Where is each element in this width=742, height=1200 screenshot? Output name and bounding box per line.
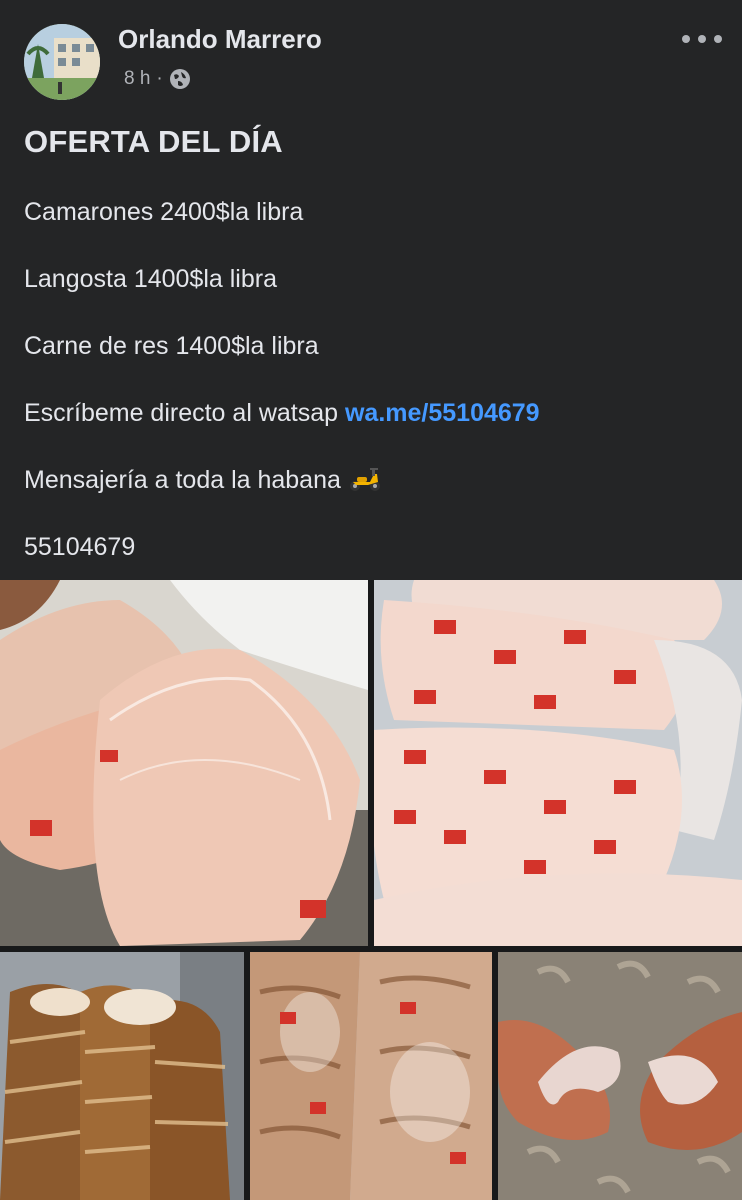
lobster-bags-photo[interactable] [250,952,492,1200]
dot [698,35,706,43]
post-meta: 8 h · [124,68,191,90]
offer-line-beef: Carne de res 1400$la libra [24,332,319,360]
shrimp-in-hands-photo[interactable] [498,952,742,1200]
shrimp-bags-photo[interactable] [0,580,368,946]
delivery-text: Mensajería a toda la habana [24,466,348,494]
contact-line: Escríbeme directo al watsap wa.me/551046… [24,399,540,428]
more-options-button[interactable] [682,28,722,50]
globe-icon[interactable] [169,68,191,90]
author-name[interactable]: Orlando Marrero [118,24,322,55]
avatar[interactable] [24,24,100,100]
delivery-line: Mensajería a toda la habana [24,466,382,495]
contact-text: Escríbeme directo al watsap [24,399,345,427]
dot [714,35,722,43]
lobster-tails-photo[interactable] [0,952,244,1200]
dot [682,35,690,43]
photo-grid [0,580,742,1200]
offer-line-shrimp: Camarones 2400$la libra [24,198,304,226]
whatsapp-link[interactable]: wa.me/55104679 [345,399,540,427]
offer-line-lobster: Langosta 1400$la libra [24,265,277,293]
post-header: Orlando Marrero 8 h · [0,0,742,110]
phone-number: 55104679 [24,533,136,561]
avatar-photo [24,24,100,100]
post-body: OFERTA DEL DÍA [24,118,724,160]
post-title: OFERTA DEL DÍA [24,124,283,159]
post-time[interactable]: 8 h [124,68,150,90]
cuba-shrimp-bags-photo[interactable] [374,580,742,946]
scooter-icon [349,468,380,491]
meta-separator: · [156,68,163,89]
